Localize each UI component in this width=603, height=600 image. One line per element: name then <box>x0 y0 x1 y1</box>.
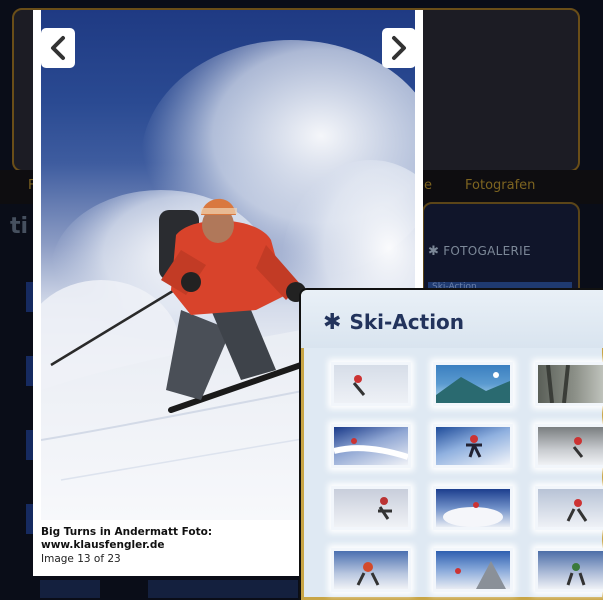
gallery-thumbnail[interactable] <box>535 486 603 530</box>
chevron-right-icon <box>392 36 406 60</box>
gallery-thumbnail[interactable] <box>535 424 603 468</box>
bg-footer-block <box>148 580 298 598</box>
previous-image-button[interactable] <box>41 28 75 68</box>
asterisk-icon: ✱ <box>323 310 342 335</box>
nav-item-partial[interactable]: e <box>424 178 432 193</box>
gallery-thumbnail[interactable] <box>535 362 603 406</box>
gallery-header: ✱ Ski-Action <box>301 290 603 348</box>
gallery-thumbnail[interactable] <box>331 548 411 592</box>
asterisk-icon: ✱ <box>428 244 440 259</box>
gallery-thumbnail[interactable] <box>433 424 513 468</box>
page-heading-fragment: ti <box>10 214 29 239</box>
gallery-thumbnail[interactable] <box>433 548 513 592</box>
sidebar-title: ✱ FOTOGALERIE <box>428 244 531 259</box>
gallery-thumbnail[interactable] <box>331 362 411 406</box>
ski-action-gallery: ✱ Ski-Action <box>299 288 603 600</box>
gallery-title-label: Ski-Action <box>349 310 465 334</box>
bg-footer-block <box>40 580 100 598</box>
gallery-thumbnail[interactable] <box>331 424 411 468</box>
next-image-button[interactable] <box>382 28 416 68</box>
gallery-thumbnail[interactable] <box>433 362 513 406</box>
chevron-left-icon <box>51 36 65 60</box>
nav-item-fotografen[interactable]: Fotografen <box>465 178 535 193</box>
sidebar-title-label: FOTOGALERIE <box>443 244 531 258</box>
gallery-title: ✱ Ski-Action <box>323 310 464 335</box>
gallery-thumbnail[interactable] <box>535 548 603 592</box>
gallery-thumbnail[interactable] <box>331 486 411 530</box>
gallery-thumbnail[interactable] <box>433 486 513 530</box>
